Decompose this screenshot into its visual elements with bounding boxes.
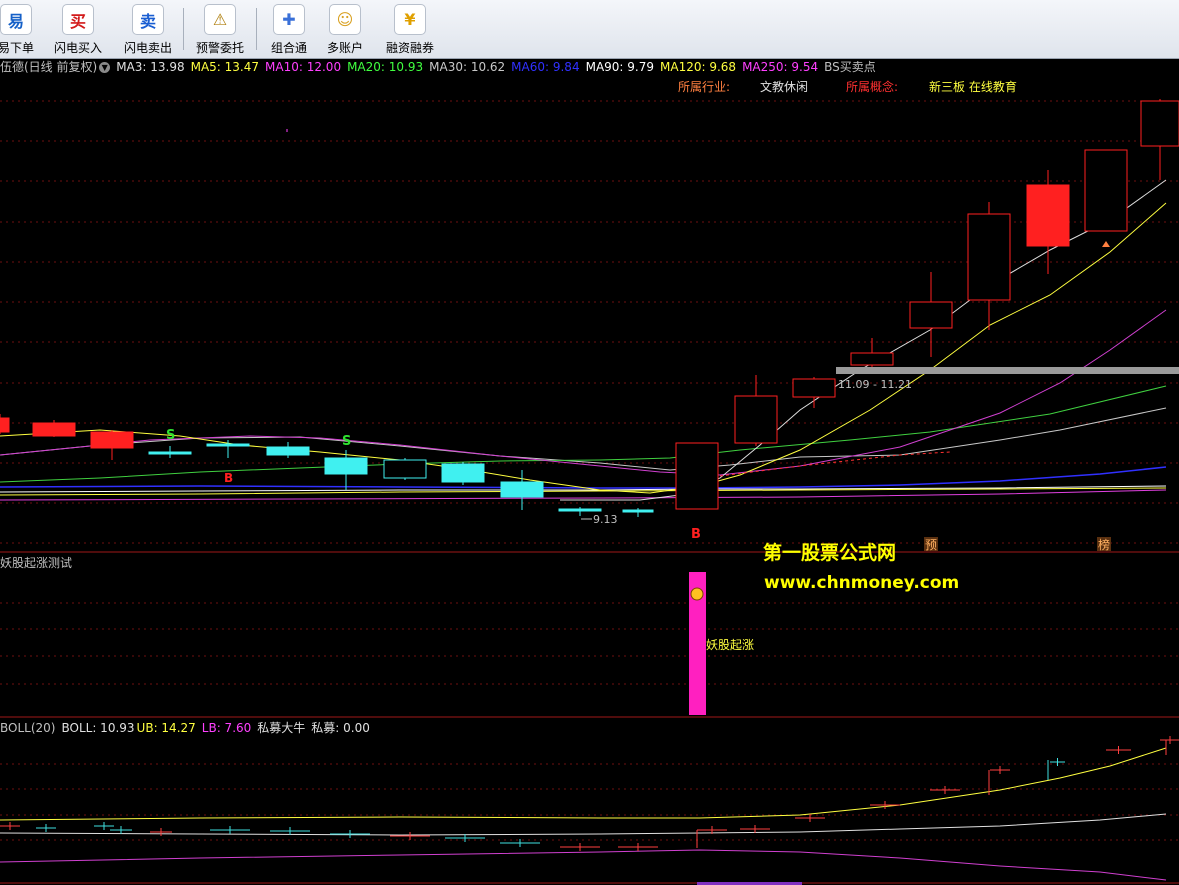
candle-body	[792, 378, 836, 398]
toolbar-separator	[183, 8, 184, 50]
toolbar-button-label: 组合通	[270, 41, 307, 55]
toolbar-button-label: 预警委托	[195, 41, 244, 55]
ma10-line	[0, 309, 1167, 476]
toolbar: 易易下单买闪电买入卖闪电卖出 ⚠ 预警委托 ✚ 组合通 ☺ 多账户 ¥ 融资融券	[0, 0, 1179, 59]
toolbar-button-label: 融资融券	[385, 41, 434, 55]
toolbar-separator	[256, 8, 257, 50]
candle-body	[206, 443, 250, 447]
margin-icon: ¥	[394, 4, 426, 35]
toolbar-button-2[interactable]: 卖闪电卖出	[116, 2, 180, 56]
toolbar-button-3[interactable]: ⚠ 预警委托	[188, 2, 252, 56]
trade-icon: 易	[0, 4, 32, 35]
toolbar-button-4[interactable]: ✚ 组合通	[262, 2, 316, 56]
buy-marker-small: B	[224, 471, 233, 485]
boll-name: BOLL(20)	[0, 721, 56, 735]
badge-yu: 预	[925, 538, 937, 552]
puzzle-icon: ✚	[273, 4, 305, 35]
toolbar-button-0[interactable]: 易易下单	[0, 2, 40, 56]
buy-marker: B	[691, 527, 701, 542]
badge-bang: 榜	[1098, 537, 1110, 552]
toolbar-button-label: 多账户	[326, 41, 363, 55]
sell-icon: 卖	[132, 4, 164, 35]
candle-body	[622, 509, 654, 513]
candle-body	[558, 508, 602, 512]
boll-ub-line	[0, 747, 1167, 821]
price-range-band	[836, 367, 1179, 374]
candle-body	[324, 457, 368, 475]
toolbar-button-5[interactable]: ☺ 多账户	[318, 2, 372, 56]
candle-body	[734, 395, 778, 444]
sub1-title: 妖股起涨测试	[0, 556, 73, 570]
lb-value: LB: 7.60	[201, 721, 252, 735]
demon-stock-indicator-chart[interactable]	[0, 553, 1179, 718]
candle-body	[1026, 184, 1070, 247]
up-arrow-icon	[1102, 241, 1110, 247]
buy-icon: 买	[62, 4, 94, 35]
accounts-icon: ☺	[329, 4, 361, 35]
candle-body	[383, 459, 427, 479]
sell-marker: S	[342, 434, 351, 449]
candle-body	[441, 463, 485, 483]
candle-body	[32, 422, 76, 437]
candle-body	[1084, 149, 1128, 232]
candle-body	[909, 301, 953, 329]
boll-mid-line	[0, 813, 1167, 836]
candle-body	[1140, 100, 1179, 147]
toolbar-button-label: 闪电买入	[53, 41, 102, 55]
sell-marker: S	[166, 428, 175, 443]
boll-chart[interactable]	[0, 718, 1179, 885]
gold-coin-icon	[690, 587, 704, 601]
candle-body	[850, 352, 894, 366]
candle-body	[148, 451, 192, 455]
toolbar-button-label: 闪电卖出	[123, 41, 172, 55]
toolbar-button-label: 易下单	[0, 41, 34, 55]
signal-label: 妖股起涨	[706, 638, 755, 652]
main-kline-chart[interactable]: 9.13 11.09 - 11.21 B B S S 预 榜	[0, 59, 1179, 553]
red-dotted-line	[719, 451, 951, 477]
candle-body	[0, 417, 10, 433]
ma60-line	[0, 466, 1167, 489]
candle-body	[266, 446, 310, 456]
candle-body	[675, 442, 719, 510]
pm-value: 私募: 0.00	[311, 721, 370, 735]
candle-body	[500, 481, 544, 498]
candle-body	[90, 431, 134, 449]
boll-lb-line	[0, 849, 1167, 881]
alert-icon: ⚠	[204, 4, 236, 35]
toolbar-button-1[interactable]: 买闪电买入	[46, 2, 110, 56]
toolbar-button-6[interactable]: ¥ 融资融券	[378, 2, 442, 56]
boll-indicator-row: BOLL(20) BOLL: 10.93 UB: 14.27 LB: 7.60 私募大牛…	[0, 719, 370, 736]
boll-value: BOLL: 10.93	[61, 721, 135, 735]
pm-label: 私募大牛	[257, 721, 306, 735]
ub-value: UB: 14.27	[136, 721, 196, 735]
ma3-line	[560, 179, 1167, 501]
range-label: 11.09 - 11.21	[838, 378, 912, 391]
low-price-label: 9.13	[593, 513, 618, 526]
candle-body	[967, 213, 1011, 301]
